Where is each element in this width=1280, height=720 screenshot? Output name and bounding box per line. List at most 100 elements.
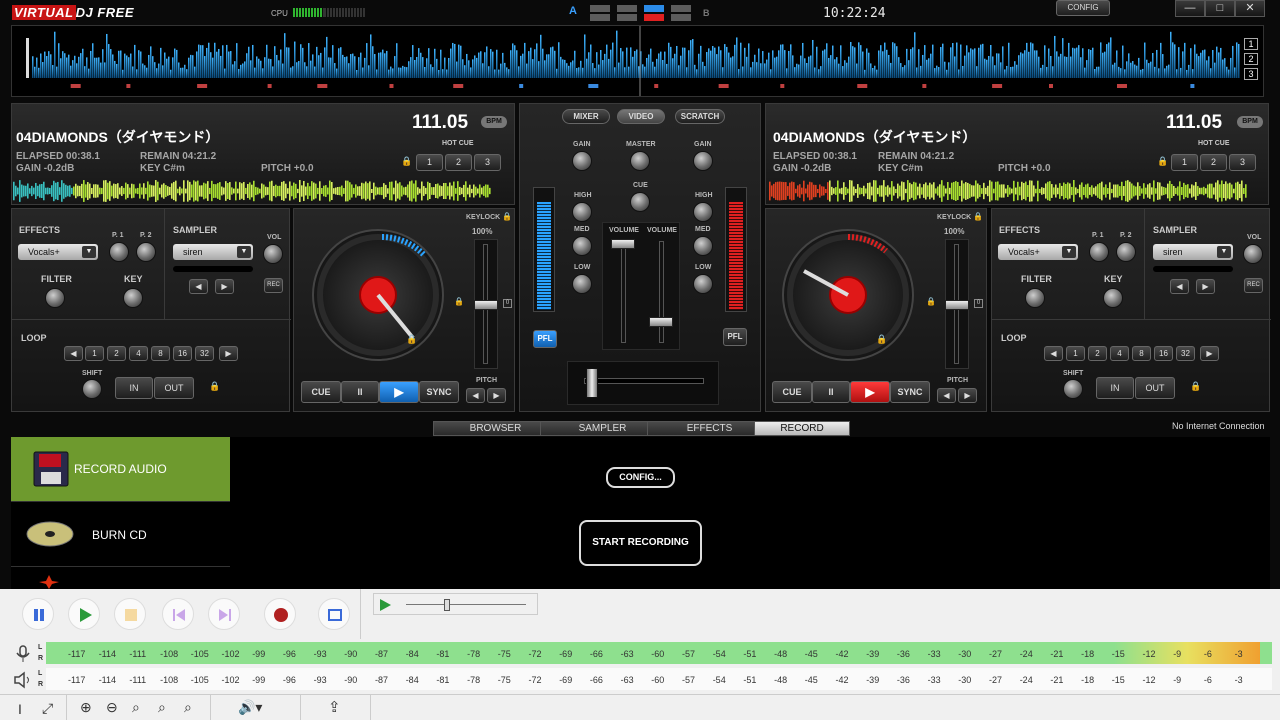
tab-scratch[interactable]: SCRATCH <box>675 109 725 124</box>
deck-left-hotcue-1[interactable]: 1 <box>416 154 443 171</box>
config-button[interactable]: CONFIG <box>1056 0 1110 16</box>
layout-button-3b[interactable] <box>644 14 664 21</box>
overview-slot-3[interactable]: 3 <box>1244 68 1258 80</box>
loop-out-button[interactable]: OUT <box>154 377 194 399</box>
pitch-up-button[interactable]: ▶ <box>487 388 506 403</box>
deck-left-waveform[interactable] <box>13 179 513 203</box>
deck-left-hotcue-2[interactable]: 2 <box>445 154 472 171</box>
lock-icon[interactable]: 🔒 <box>1157 156 1168 167</box>
minimize-button[interactable]: — <box>1175 0 1205 17</box>
tab-mixer[interactable]: MIXER <box>562 109 610 124</box>
sampler-vol-knob[interactable] <box>1243 244 1263 264</box>
deck-left-bpm-label[interactable]: BPM <box>481 116 507 128</box>
zoom-in-icon[interactable]: ⊕ <box>80 699 92 716</box>
start-recording-button[interactable]: START RECORDING <box>579 520 702 566</box>
loop-size-32[interactable]: 32 <box>195 346 214 361</box>
maximize-button[interactable]: □ <box>1205 0 1235 17</box>
pitch-fader-track[interactable] <box>945 239 969 369</box>
crossfader[interactable] <box>567 361 719 405</box>
pitch-down-button[interactable]: ◀ <box>937 388 956 403</box>
play-button[interactable] <box>68 598 100 630</box>
loop-double-button[interactable]: ▶ <box>1200 346 1219 361</box>
deck-left-cue-button[interactable]: CUE <box>301 381 341 403</box>
loop-size-1[interactable]: 1 <box>85 346 104 361</box>
burn-cd-item[interactable]: BURN CD <box>11 502 230 567</box>
deck-right-hotcue-2[interactable]: 2 <box>1200 154 1227 171</box>
fit-project-icon[interactable]: ⌕ <box>158 699 166 716</box>
pause-button[interactable] <box>22 598 54 630</box>
pfl-right-button[interactable]: PFL <box>723 328 747 346</box>
loop-size-4[interactable]: 4 <box>129 346 148 361</box>
cue-mix-knob[interactable] <box>630 192 650 212</box>
sampler-rec-button[interactable]: REC <box>264 278 283 293</box>
master-knob[interactable] <box>630 151 650 171</box>
key-knob[interactable] <box>1103 288 1123 308</box>
loop-in-button[interactable]: IN <box>1096 377 1134 399</box>
lock-icon[interactable]: 🔒 <box>454 297 464 306</box>
lock-icon[interactable]: 🔒 <box>502 212 512 221</box>
volume-track-left[interactable] <box>621 241 626 343</box>
med-knob-right[interactable] <box>693 236 713 256</box>
pitch-reset-button[interactable]: 0 <box>974 299 983 308</box>
zoom-toggle-icon[interactable]: ⌕ <box>184 699 192 716</box>
microphone-icon[interactable] <box>12 643 34 665</box>
pfl-left-button[interactable]: PFL <box>533 330 557 348</box>
loop-double-button[interactable]: ▶ <box>219 346 238 361</box>
deck-left-sync-button[interactable]: SYNC <box>419 381 459 403</box>
lock-icon[interactable]: 🔒 <box>1190 381 1201 392</box>
sampler-prev-button[interactable]: ◀ <box>189 279 208 294</box>
lock-icon[interactable]: 🔒 <box>406 334 417 345</box>
layout-button-3[interactable] <box>644 5 664 12</box>
playback-meter[interactable]: -117 -114 -111 -108 -105 -102 -99 -96 -93 -90 -87 -… <box>46 668 1272 690</box>
tab-record[interactable]: RECORD <box>754 421 850 436</box>
pitch-fader-handle[interactable] <box>945 300 969 310</box>
pitch-reset-button[interactable]: 0 <box>503 299 512 308</box>
volume-fader-right[interactable] <box>649 317 673 327</box>
effect-select[interactable]: Vocals+ ▼ <box>18 244 98 260</box>
sampler-select[interactable]: siren ▼ <box>1153 244 1233 260</box>
layout-button-2[interactable] <box>617 5 637 12</box>
deck-left-jogwheel[interactable] <box>312 229 444 361</box>
play-at-speed-icon[interactable] <box>377 597 393 613</box>
waveform-overview[interactable]: 1 2 3 <box>11 25 1264 97</box>
pitch-up-button[interactable]: ▶ <box>958 388 977 403</box>
key-knob[interactable] <box>123 288 143 308</box>
recording-meter[interactable]: -117 -114 -111 -108 -105 -102 -99 -96 -93 -90 -87 -… <box>46 642 1272 664</box>
speed-slider[interactable] <box>406 604 526 605</box>
deck-right-jogwheel[interactable] <box>782 229 914 361</box>
more-item[interactable] <box>11 567 230 589</box>
loop-size-8[interactable]: 8 <box>151 346 170 361</box>
shift-knob[interactable] <box>82 379 102 399</box>
lock-icon[interactable]: 🔒 <box>926 297 936 306</box>
p2-knob[interactable] <box>136 242 156 262</box>
overview-slot-1[interactable]: 1 <box>1244 38 1258 50</box>
deck-left-pause-button[interactable]: II <box>341 381 379 403</box>
gain-knob-right[interactable] <box>693 151 713 171</box>
deck-right-pause-button[interactable]: II <box>812 381 850 403</box>
sampler-rec-button[interactable]: REC <box>1244 278 1263 293</box>
sampler-vol-knob[interactable] <box>263 244 283 264</box>
pitch-down-button[interactable]: ◀ <box>466 388 485 403</box>
deck-right-hotcue-1[interactable]: 1 <box>1171 154 1198 171</box>
skip-end-button[interactable] <box>208 598 240 630</box>
deck-right-play-button[interactable]: ▶ <box>850 381 890 403</box>
volume-track-right[interactable] <box>659 241 664 343</box>
deck-right-bpm-label[interactable]: BPM <box>1237 116 1263 128</box>
sampler-next-button[interactable]: ▶ <box>215 279 234 294</box>
envelope-tool-icon[interactable]: ⤢ <box>42 700 53 717</box>
loop-play-button[interactable] <box>318 598 350 630</box>
high-knob-left[interactable] <box>572 202 592 222</box>
deck-right-cue-button[interactable]: CUE <box>772 381 812 403</box>
deck-right-sync-button[interactable]: SYNC <box>890 381 930 403</box>
loop-out-button[interactable]: OUT <box>1135 377 1175 399</box>
loop-size-16[interactable]: 16 <box>1154 346 1173 361</box>
pitch-fader-handle[interactable] <box>474 300 498 310</box>
zoom-out-icon[interactable]: ⊖ <box>106 699 118 716</box>
deck-right-waveform[interactable] <box>769 179 1269 203</box>
stop-button[interactable] <box>114 598 146 630</box>
loop-size-1[interactable]: 1 <box>1066 346 1085 361</box>
volume-fader-left[interactable] <box>611 239 635 249</box>
share-audio-icon[interactable]: ⇪ <box>328 698 341 716</box>
skip-start-button[interactable] <box>162 598 194 630</box>
high-knob-right[interactable] <box>693 202 713 222</box>
